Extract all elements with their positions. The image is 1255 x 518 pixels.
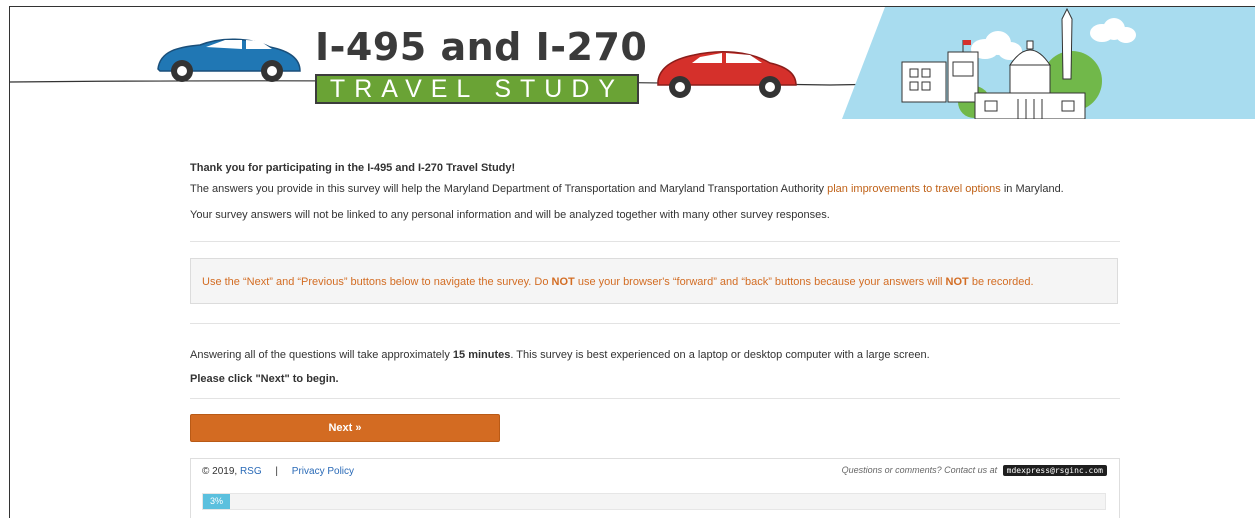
contact-text: Questions or comments? Contact us at	[841, 465, 998, 475]
blue-car-icon	[157, 38, 301, 82]
begin-prompt: Please click "Next" to begin.	[190, 373, 339, 385]
duration-text-after: . This survey is best experienced on a l…	[510, 349, 930, 361]
divider	[190, 323, 1120, 324]
navigation-notice: Use the “Next” and “Previous” buttons be…	[190, 258, 1118, 304]
privacy-policy-link[interactable]: Privacy Policy	[292, 466, 354, 477]
study-subtitle: TRAVEL STUDY	[315, 74, 639, 104]
notice-text: use your browser's “forward” and “back” …	[574, 276, 946, 288]
study-title: I-495 and I-270	[315, 25, 648, 69]
footer-left: © 2019, RSG | Privacy Policy	[202, 466, 354, 477]
notice-emphasis: NOT	[945, 276, 969, 288]
red-car-icon	[657, 50, 797, 98]
page-frame: I-495 and I-270 TRAVEL STUDY Thank you f…	[9, 6, 1255, 518]
duration-text-before: Answering all of the questions will take…	[190, 349, 453, 361]
contact-info: Questions or comments? Contact us at mde…	[842, 465, 1107, 476]
duration-minutes: 15 minutes	[452, 349, 511, 361]
purpose-text: The answers you provide in this survey w…	[190, 182, 1064, 196]
duration-text: Answering all of the questions will take…	[190, 348, 930, 362]
purpose-text-after: in Maryland.	[1000, 183, 1064, 195]
notice-text: Use the “Next” and “Previous” buttons be…	[202, 276, 552, 288]
rsg-link[interactable]: RSG	[240, 466, 262, 477]
progress-fill: 3%	[203, 494, 231, 509]
footer-separator: |	[275, 466, 279, 477]
notice-emphasis: NOT	[551, 276, 575, 288]
footer: © 2019, RSG | Privacy Policy Questions o…	[190, 458, 1120, 518]
copyright-text: © 2019,	[202, 466, 238, 477]
improvements-link[interactable]: plan improvements to travel options	[827, 183, 1001, 195]
thanks-heading: Thank you for participating in the I-495…	[190, 162, 516, 174]
purpose-text-before: The answers you provide in this survey w…	[190, 183, 828, 195]
divider	[190, 398, 1120, 399]
contact-email[interactable]: mdexpress@rsginc.com	[1002, 465, 1107, 476]
notice-text: be recorded.	[968, 276, 1034, 288]
progress-bar: 3%	[202, 493, 1106, 510]
header-banner: I-495 and I-270 TRAVEL STUDY	[10, 7, 1255, 119]
privacy-text: Your survey answers will not be linked t…	[190, 209, 830, 221]
divider	[190, 241, 1120, 242]
monument-icon	[1061, 7, 1073, 80]
next-button[interactable]: Next »	[190, 414, 500, 442]
